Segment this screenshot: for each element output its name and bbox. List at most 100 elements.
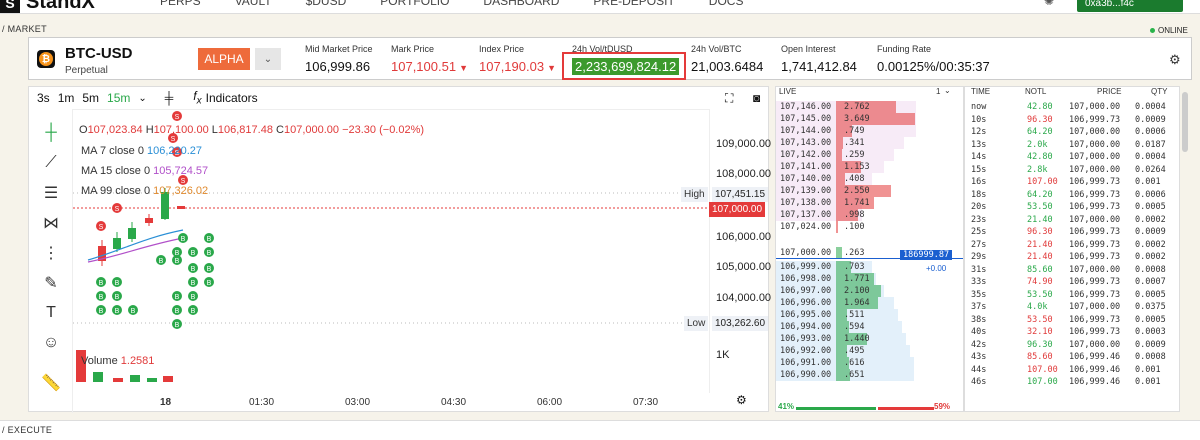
- fullscreen-icon[interactable]: ⛶: [725, 91, 733, 106]
- trade-row[interactable]: 23s 21.40 107,000.00 0.0002: [965, 214, 1179, 226]
- settings-circle-icon[interactable]: ⚙: [736, 393, 747, 407]
- trade-price: 107,000.00: [1069, 102, 1121, 112]
- bid-price: 106,996.00: [780, 298, 832, 308]
- brush-icon[interactable]: ✎: [41, 273, 61, 293]
- ask-row[interactable]: 107,145.00 3.649: [776, 113, 916, 125]
- nav-link[interactable]: DASHBOARD: [483, 0, 559, 8]
- chevron-down-icon[interactable]: ⌄: [944, 87, 951, 95]
- trade-row[interactable]: 27s 21.40 106,999.73 0.0002: [965, 239, 1179, 251]
- price-axis[interactable]: 109,000.00 108,000.00 106,000.00 105,000…: [709, 109, 771, 407]
- trade-row[interactable]: 33s 74.90 106,999.73 0.0007: [965, 276, 1179, 288]
- trade-row[interactable]: now 42.80 107,000.00 0.0004: [965, 101, 1179, 113]
- trade-row[interactable]: 31s 85.60 107,000.00 0.0008: [965, 264, 1179, 276]
- brand[interactable]: S StandX: [0, 0, 95, 13]
- bid-row[interactable]: 106,990.00 .651: [776, 369, 916, 381]
- text-icon[interactable]: T: [41, 303, 61, 323]
- ask-row[interactable]: 107,141.00 1.153: [776, 161, 916, 173]
- trade-row[interactable]: 25s 96.30 106,999.73 0.0009: [965, 226, 1179, 238]
- bid-row[interactable]: 106,993.00 1.440: [776, 333, 916, 345]
- nav-link[interactable]: DOCS: [709, 0, 744, 8]
- marker-label: S: [181, 178, 186, 185]
- ticker-stat: Funding Rate 0.00125%/00:35:37: [877, 44, 990, 74]
- nav-link[interactable]: PRE-DEPOSIT: [593, 0, 674, 8]
- bid-row[interactable]: 106,997.00 2.100: [776, 285, 916, 297]
- trades-scrollbar[interactable]: [1182, 92, 1188, 152]
- ask-row[interactable]: 107,146.00 2.762: [776, 101, 916, 113]
- bid-row[interactable]: 106,996.00 1.964: [776, 297, 916, 309]
- ask-row[interactable]: 107,142.00 .259: [776, 149, 916, 161]
- nav-link[interactable]: VAULT: [235, 0, 272, 8]
- stat-value-text: 21,003.6484: [691, 59, 764, 74]
- trade-row[interactable]: 18s 64.20 106,999.73 0.0006: [965, 189, 1179, 201]
- ask-row[interactable]: 107,137.00 .998: [776, 209, 916, 221]
- wallet-button[interactable]: 0xa3b...f4c: [1077, 0, 1183, 12]
- trade-row[interactable]: 12s 64.20 107,000.00 0.0006: [965, 126, 1179, 138]
- sell-ratio-bar: [878, 407, 934, 410]
- camera-icon[interactable]: ◙: [753, 91, 760, 105]
- interval-3s[interactable]: 3s: [37, 91, 50, 105]
- interval-15m[interactable]: 15m: [107, 91, 130, 105]
- trade-row[interactable]: 29s 21.40 106,999.73 0.0002: [965, 251, 1179, 263]
- trade-qty: 0.0009: [1135, 339, 1166, 350]
- trade-price: 106,999.73: [1069, 314, 1121, 325]
- alpha-badge[interactable]: ALPHA: [198, 48, 250, 70]
- ask-row[interactable]: 107,144.00 .749: [776, 125, 916, 137]
- settings-gear-icon[interactable]: ⚙: [1169, 52, 1181, 68]
- interval-1m[interactable]: 1m: [58, 91, 75, 105]
- trade-row[interactable]: 46s 107.00 106,999.46 0.001: [965, 376, 1179, 388]
- nav-link[interactable]: PORTFOLIO: [380, 0, 449, 8]
- trade-row[interactable]: 43s 85.60 106,999.46 0.0008: [965, 351, 1179, 363]
- bid-size: 1.440: [844, 334, 870, 344]
- emoji-icon[interactable]: ☺: [41, 333, 61, 353]
- precision-select[interactable]: 1: [936, 87, 940, 96]
- trade-row[interactable]: 15s 2.8k 107,000.00 0.0264: [965, 164, 1179, 176]
- trade-row[interactable]: 13s 2.0k 107,000.00 0.0187: [965, 139, 1179, 151]
- trade-row[interactable]: 37s 4.0k 107,000.00 0.0375: [965, 301, 1179, 313]
- candle-type-icon[interactable]: ╪: [165, 91, 174, 105]
- trade-row[interactable]: 40s 32.10 106,999.73 0.0003: [965, 326, 1179, 338]
- function-icon[interactable]: fx: [193, 89, 201, 106]
- bid-row[interactable]: 106,998.00 1.771: [776, 273, 916, 285]
- trade-row[interactable]: 16s 107.00 106,999.73 0.001: [965, 176, 1179, 188]
- bid-row[interactable]: 106,995.00 .511: [776, 309, 916, 321]
- trade-row[interactable]: 20s 53.50 106,999.73 0.0005: [965, 201, 1179, 213]
- ruler-icon[interactable]: 📏: [41, 373, 61, 393]
- trade-row[interactable]: 42s 96.30 107,000.00 0.0009: [965, 339, 1179, 351]
- trade-notl: 85.60: [1027, 352, 1053, 362]
- fib-icon[interactable]: ⋮: [41, 243, 61, 263]
- marker-label: B: [191, 250, 196, 257]
- bid-row[interactable]: 106,999.00 .703: [776, 261, 916, 273]
- bid-row[interactable]: 106,992.00 .495: [776, 345, 916, 357]
- bid-row[interactable]: 106,994.00 .594: [776, 321, 916, 333]
- indicators-button[interactable]: Indicators: [206, 91, 258, 105]
- chevron-down-icon[interactable]: ⌄: [138, 93, 146, 104]
- horizontal-lines-icon[interactable]: ☰: [41, 183, 61, 203]
- trendline-icon[interactable]: ⟋: [41, 153, 61, 173]
- ticker-stat: Open Interest 1,741,412.84: [781, 44, 857, 74]
- trade-notl: 21.40: [1027, 252, 1053, 262]
- nav-link[interactable]: $DUSD: [306, 0, 347, 8]
- ask-row[interactable]: 107,139.00 2.550: [776, 185, 916, 197]
- bid-size: 2.100: [844, 286, 870, 296]
- pattern-icon[interactable]: ⋈: [41, 213, 61, 233]
- ask-row[interactable]: 107,143.00 .341: [776, 137, 916, 149]
- market-dropdown-button[interactable]: ⌄: [255, 48, 281, 70]
- candle-body: [113, 238, 121, 249]
- buy-percent: 41%: [778, 402, 795, 411]
- nav-link[interactable]: PERPS: [160, 0, 201, 8]
- trade-row[interactable]: 35s 53.50 106,999.73 0.0005: [965, 289, 1179, 301]
- chart-plot-area[interactable]: SSSSSSBBBBBBBBBBBBBBBBBBBBBBB O107,023.8…: [73, 109, 709, 393]
- ask-row[interactable]: 107,140.00 .408: [776, 173, 916, 185]
- bid-row[interactable]: 106,991.00 .616: [776, 357, 916, 369]
- crosshair-icon[interactable]: ┼: [41, 123, 61, 143]
- volume-bar: [93, 372, 103, 382]
- trade-row[interactable]: 44s 107.00 106,999.46 0.001: [965, 364, 1179, 376]
- ask-row[interactable]: 107,024.00 .100: [776, 221, 916, 233]
- trade-row[interactable]: 10s 96.30 106,999.73 0.0009: [965, 114, 1179, 126]
- interval-5m[interactable]: 5m: [82, 91, 99, 105]
- ask-row[interactable]: 107,138.00 1.741: [776, 197, 916, 209]
- trade-row[interactable]: 14s 42.80 107,000.00 0.0004: [965, 151, 1179, 163]
- theme-sun-icon[interactable]: ✺: [1044, 0, 1054, 8]
- pair-symbol[interactable]: BTC-USD: [65, 45, 133, 62]
- trade-row[interactable]: 38s 53.50 106,999.73 0.0005: [965, 314, 1179, 326]
